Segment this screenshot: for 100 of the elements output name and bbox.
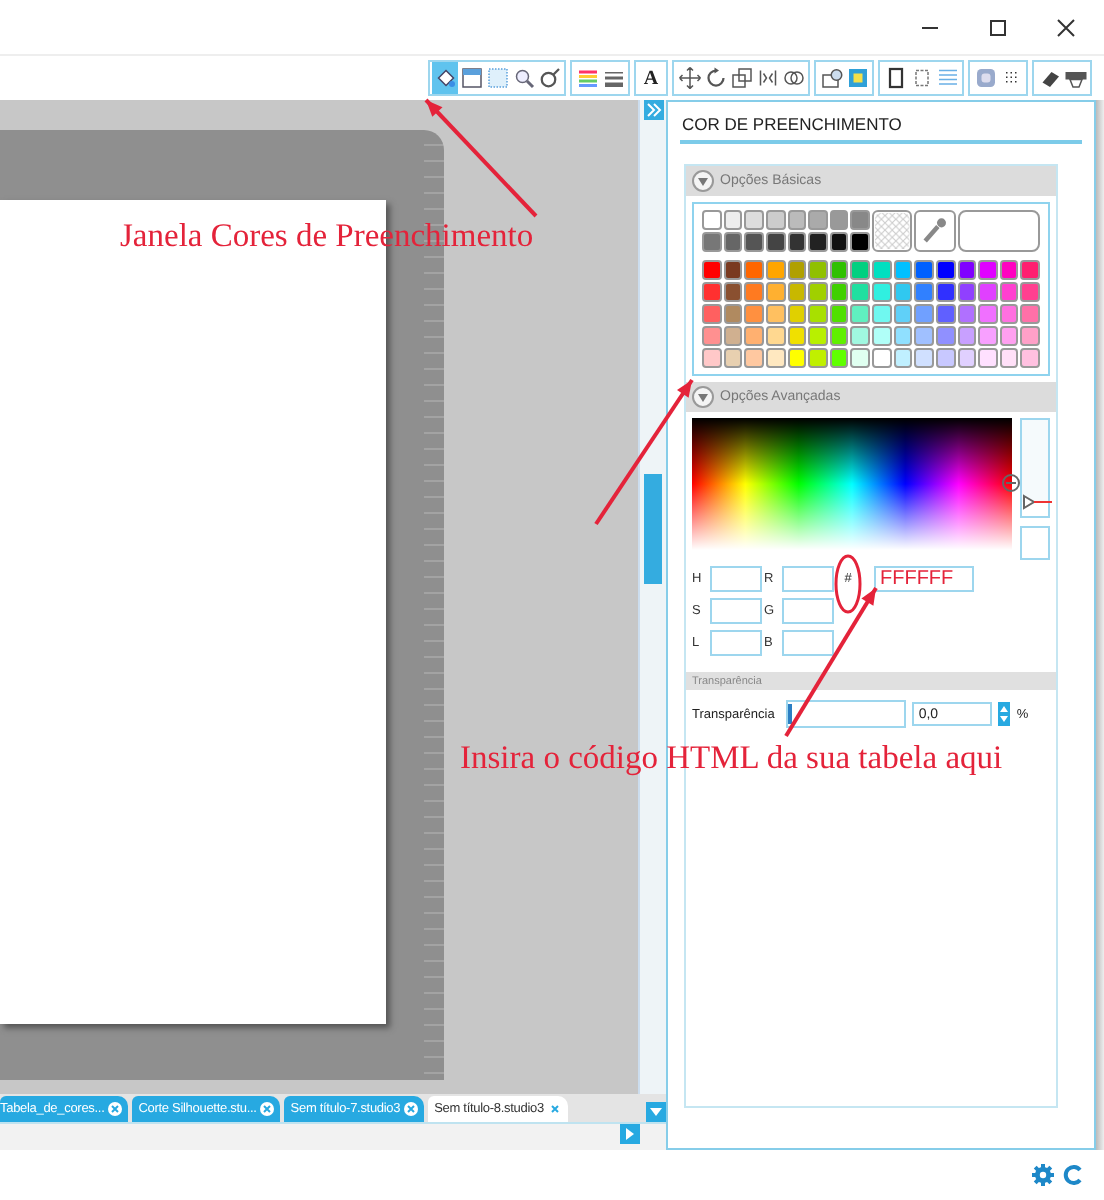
color-swatch[interactable] xyxy=(765,260,785,280)
color-swatch[interactable] xyxy=(765,282,785,302)
color-swatch[interactable] xyxy=(808,282,828,302)
color-swatch[interactable] xyxy=(723,348,743,368)
toolbar-button[interactable] xyxy=(432,62,458,94)
picker-handle-icon[interactable] xyxy=(1002,474,1020,492)
color-swatch[interactable] xyxy=(999,348,1019,368)
color-swatch[interactable] xyxy=(744,348,764,368)
color-swatch[interactable] xyxy=(808,260,828,280)
color-swatch[interactable] xyxy=(702,232,722,252)
color-swatch[interactable] xyxy=(872,304,892,324)
scroll-down-icon[interactable] xyxy=(646,1102,666,1123)
input-field[interactable] xyxy=(710,630,762,656)
color-swatch[interactable] xyxy=(1020,326,1040,346)
color-swatch[interactable] xyxy=(744,304,764,324)
color-swatch[interactable] xyxy=(829,210,849,230)
transparency-slider[interactable] xyxy=(786,700,907,728)
color-swatch[interactable] xyxy=(872,326,892,346)
color-swatch[interactable] xyxy=(872,348,892,368)
color-swatch[interactable] xyxy=(787,326,807,346)
color-swatch[interactable] xyxy=(829,304,849,324)
input-field[interactable] xyxy=(782,566,834,592)
close-icon[interactable] xyxy=(547,1102,562,1117)
color-swatch[interactable] xyxy=(999,304,1019,324)
color-swatch[interactable] xyxy=(702,304,722,324)
color-swatch[interactable] xyxy=(723,282,743,302)
color-swatch[interactable] xyxy=(702,210,722,230)
eyedropper-icon[interactable] xyxy=(914,210,955,252)
color-swatch[interactable] xyxy=(978,282,998,302)
color-swatch[interactable] xyxy=(829,282,849,302)
toolbar-button[interactable]: A xyxy=(638,62,664,94)
color-swatch[interactable] xyxy=(765,326,785,346)
color-swatch[interactable] xyxy=(765,210,785,230)
color-swatch[interactable] xyxy=(829,232,849,252)
color-swatch[interactable] xyxy=(787,282,807,302)
color-swatch[interactable] xyxy=(978,348,998,368)
color-swatch[interactable] xyxy=(850,326,870,346)
color-swatch[interactable] xyxy=(850,260,870,280)
color-swatch[interactable] xyxy=(957,348,977,368)
color-swatch[interactable] xyxy=(893,260,913,280)
close-icon[interactable] xyxy=(404,1102,419,1117)
color-swatch[interactable] xyxy=(914,326,934,346)
color-swatch[interactable] xyxy=(893,326,913,346)
color-swatch[interactable] xyxy=(935,348,955,368)
color-swatch[interactable] xyxy=(808,232,828,252)
color-swatch[interactable] xyxy=(872,282,892,302)
color-swatch[interactable] xyxy=(787,232,807,252)
color-swatch[interactable] xyxy=(744,282,764,302)
color-swatch[interactable] xyxy=(957,260,977,280)
color-swatch[interactable] xyxy=(765,304,785,324)
color-swatch[interactable] xyxy=(914,348,934,368)
double-chevron-icon[interactable] xyxy=(643,100,664,120)
color-swatch[interactable] xyxy=(702,282,722,302)
color-swatch[interactable] xyxy=(1020,260,1040,280)
color-swatch[interactable] xyxy=(829,260,849,280)
color-swatch[interactable] xyxy=(935,282,955,302)
color-swatch[interactable] xyxy=(829,348,849,368)
refresh-icon[interactable] xyxy=(1062,1164,1084,1186)
color-swatch[interactable] xyxy=(978,304,998,324)
color-swatch[interactable] xyxy=(702,348,722,368)
hex-input-field[interactable]: FFFFFF xyxy=(874,566,974,592)
color-swatch[interactable] xyxy=(850,232,870,252)
color-swatch[interactable] xyxy=(957,282,977,302)
scrollbar-thumb[interactable] xyxy=(644,474,663,584)
color-swatch[interactable] xyxy=(999,260,1019,280)
color-swatch[interactable] xyxy=(808,326,828,346)
lightness-slider[interactable] xyxy=(1020,418,1050,518)
color-swatch[interactable] xyxy=(935,326,955,346)
color-swatch[interactable] xyxy=(1020,282,1040,302)
color-swatch[interactable] xyxy=(702,326,722,346)
color-swatch[interactable] xyxy=(850,304,870,324)
color-swatch[interactable] xyxy=(787,210,807,230)
color-swatch[interactable] xyxy=(744,210,764,230)
close-icon[interactable] xyxy=(108,1102,123,1117)
color-swatch[interactable] xyxy=(787,348,807,368)
slider-thumb[interactable] xyxy=(788,704,793,724)
color-swatch[interactable] xyxy=(893,348,913,368)
input-field[interactable] xyxy=(710,598,762,624)
color-swatch[interactable] xyxy=(787,304,807,324)
color-swatch[interactable] xyxy=(914,304,934,324)
color-swatch[interactable] xyxy=(723,260,743,280)
color-swatch[interactable] xyxy=(702,260,722,280)
color-swatch[interactable] xyxy=(935,260,955,280)
color-swatch[interactable] xyxy=(744,232,764,252)
color-swatch[interactable] xyxy=(872,260,892,280)
input-field[interactable] xyxy=(782,598,834,624)
color-swatch[interactable] xyxy=(808,348,828,368)
color-swatch[interactable] xyxy=(957,304,977,324)
color-swatch[interactable] xyxy=(935,304,955,324)
color-swatch[interactable] xyxy=(744,260,764,280)
color-swatch[interactable] xyxy=(765,232,785,252)
input-field[interactable] xyxy=(782,630,834,656)
color-swatch[interactable] xyxy=(723,326,743,346)
color-swatch[interactable] xyxy=(893,304,913,324)
color-swatch[interactable] xyxy=(808,304,828,324)
toolbar-button[interactable] xyxy=(676,62,702,94)
color-swatch[interactable] xyxy=(744,326,764,346)
color-swatch[interactable] xyxy=(723,304,743,324)
input-field[interactable] xyxy=(710,566,762,592)
color-swatch[interactable] xyxy=(999,282,1019,302)
